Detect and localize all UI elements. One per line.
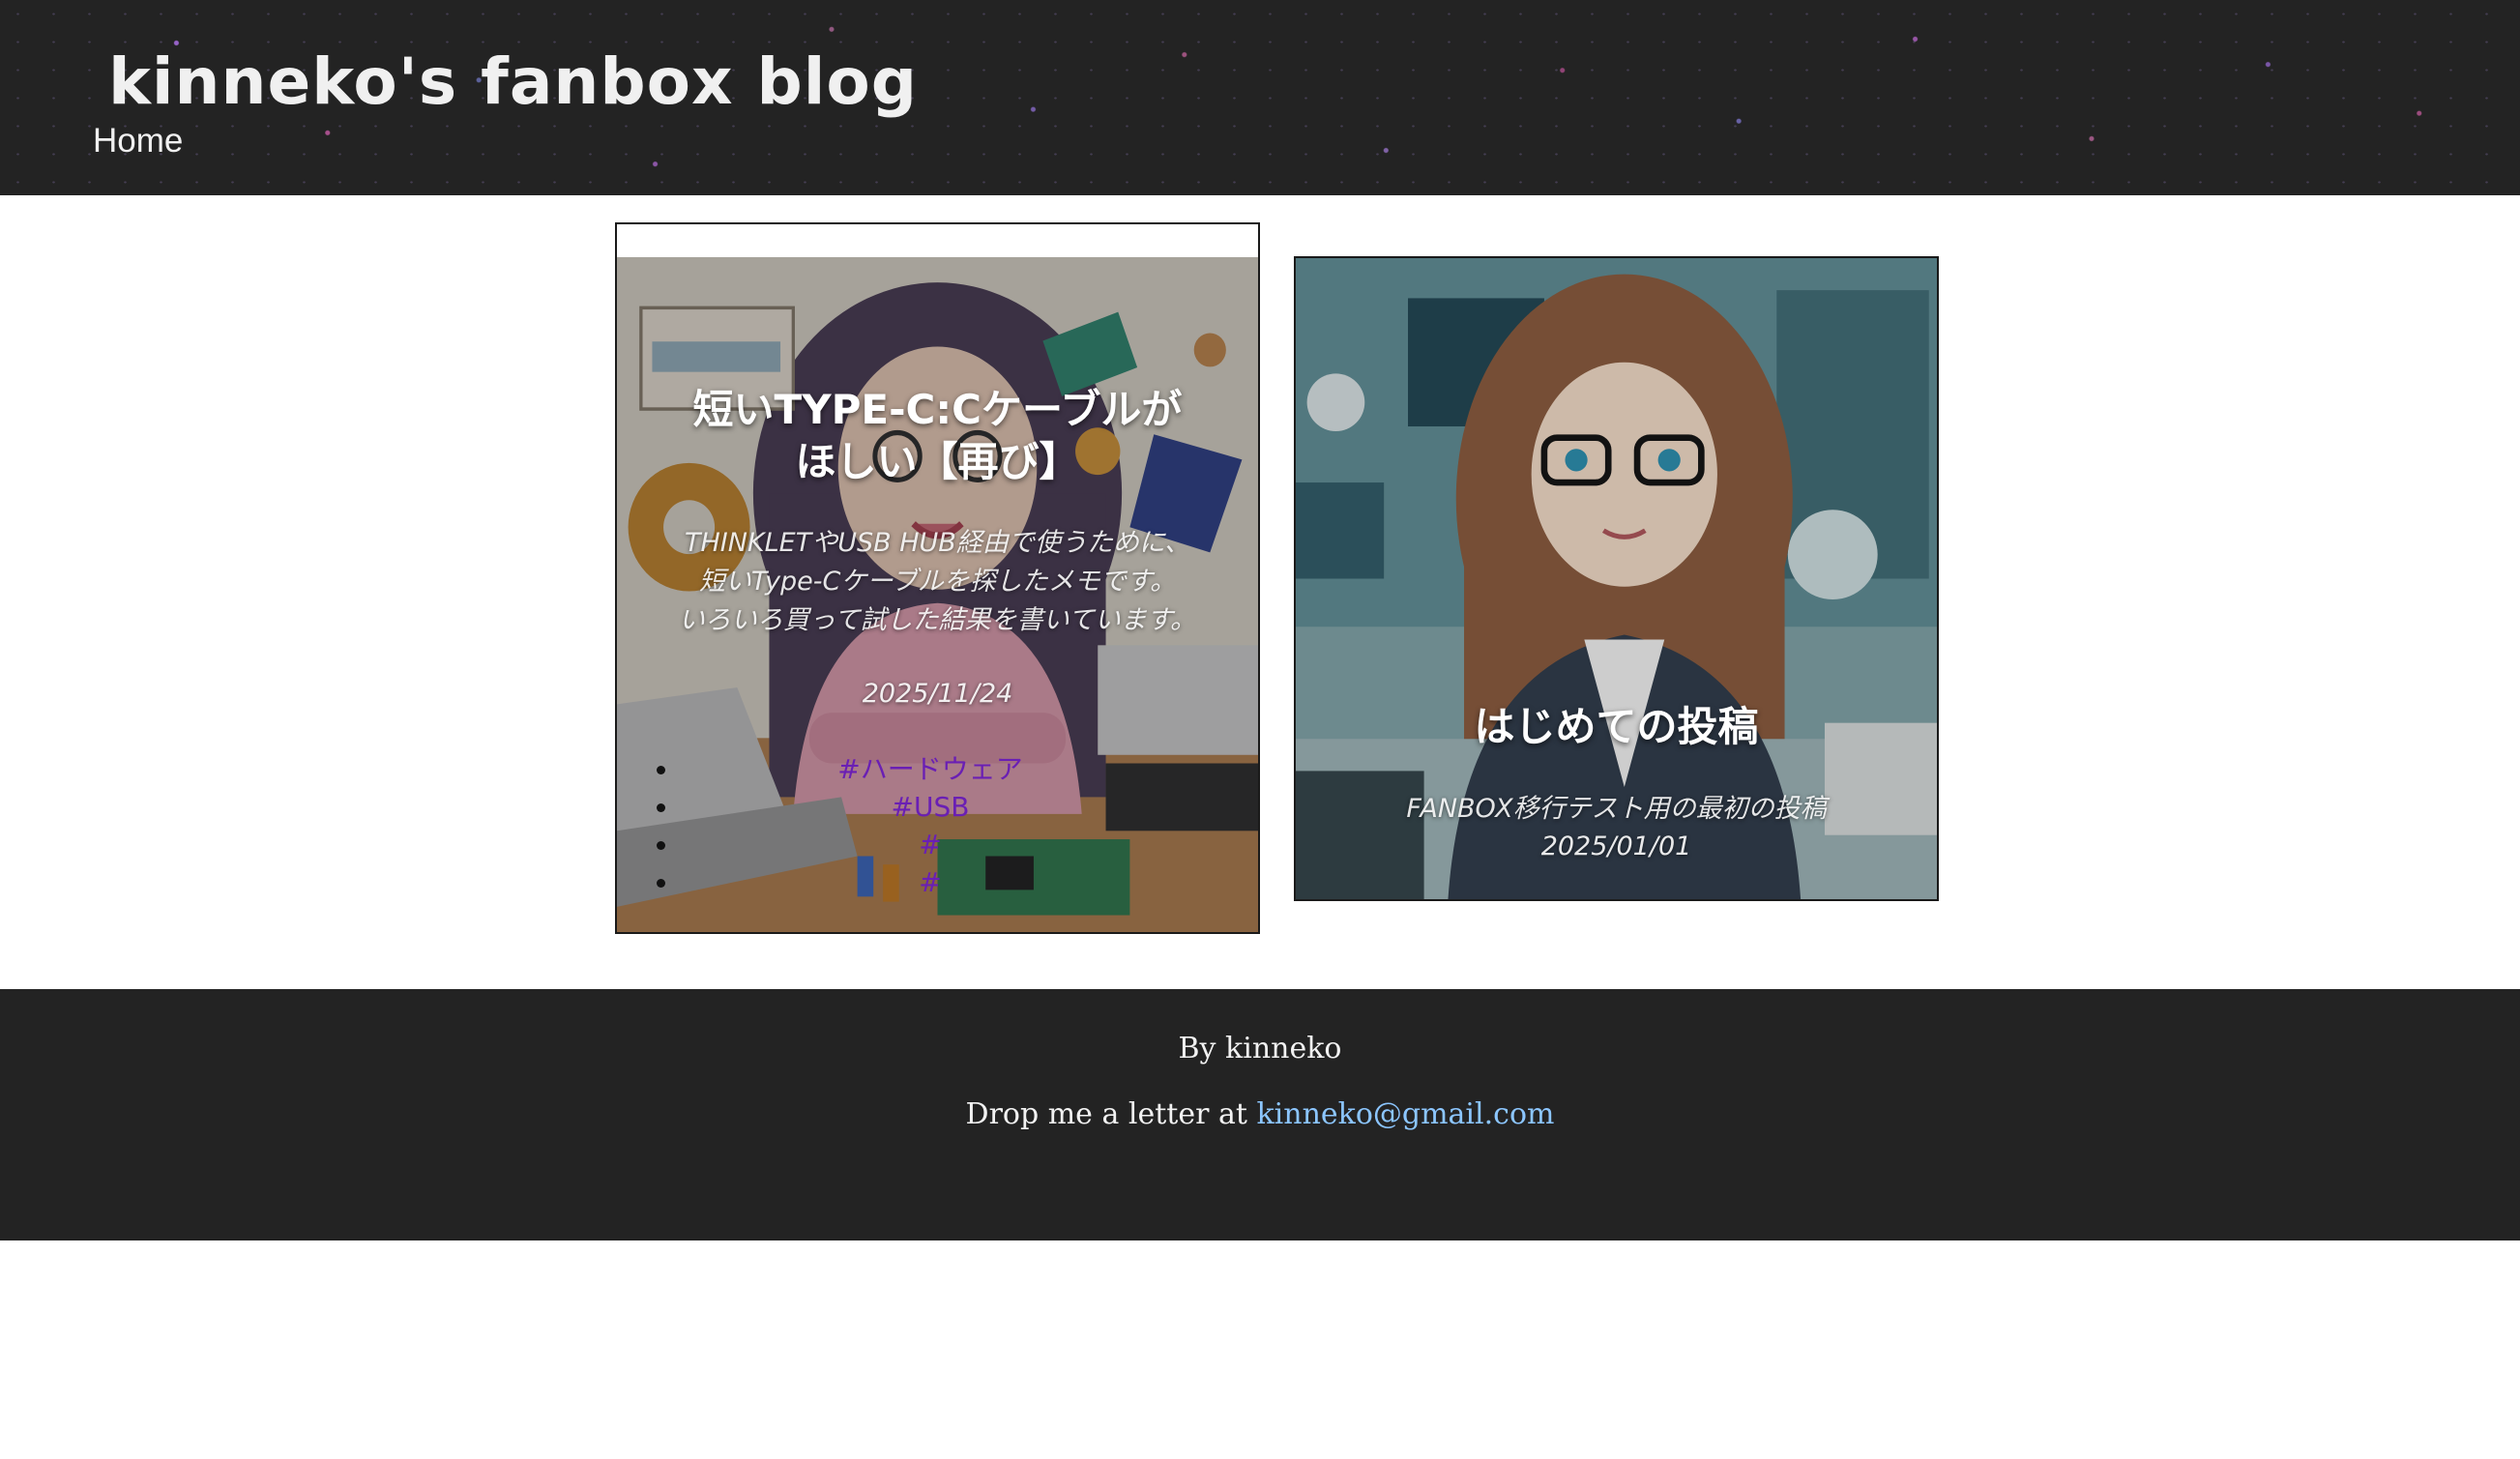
footer-contact: Drop me a letter at kinneko@gmail.com (0, 1097, 2520, 1131)
post-title[interactable]: はじめての投稿 (1325, 703, 1908, 751)
post-description-line: いろいろ買って試した結果を書いています。 (678, 605, 1197, 635)
post-description-line: 短いType-Cケーブルを探したメモです。 (698, 567, 1177, 597)
tag-link[interactable]: #ハードウェア (641, 750, 1219, 788)
nav-home-link[interactable]: Home (93, 122, 183, 160)
footer-contact-prefix: Drop me a letter at (965, 1097, 1257, 1131)
post-card-first-post[interactable]: はじめての投稿 FANBOX移行テスト用の最初の投稿 2025/01/01 (1294, 256, 1939, 901)
tag-item: # (680, 863, 1219, 901)
post-date: 2025/01/01 (1540, 832, 1692, 861)
tag-item: # (680, 826, 1219, 863)
site-title[interactable]: kinneko's fanbox blog (108, 50, 918, 114)
post-description-line: THINKLETやUSB HUB経由で使うために、 (684, 528, 1191, 558)
post-title[interactable]: 短いTYPE-C:Cケーブルが ほしい【再び】 (646, 384, 1229, 488)
footer-author: By kinneko (1178, 1032, 1342, 1065)
footer-email-link[interactable]: kinneko@gmail.com (1256, 1097, 1554, 1131)
site-header: kinneko's fanbox blog Home (0, 0, 2520, 195)
tag-item: #ハードウェア (680, 750, 1219, 788)
tag-link[interactable]: #USB (641, 788, 1219, 826)
post-title-line: 短いTYPE-C:Cケーブルが (692, 386, 1183, 433)
tag-item: #USB (680, 788, 1219, 826)
tag-link[interactable]: # (641, 863, 1219, 901)
post-title-line: ほしい【再び】 (795, 438, 1080, 485)
tag-link[interactable]: # (641, 826, 1219, 863)
post-description: THINKLETやUSB HUB経由で使うために、 短いType-Cケーブルを探… (631, 524, 1244, 640)
post-tag-list: #ハードウェア #USB # # (665, 750, 1219, 901)
post-description: FANBOX移行テスト用の最初の投稿 (1406, 794, 1827, 824)
post-date: 2025/11/24 (862, 679, 1013, 709)
site-footer: By kinneko Drop me a letter at kinneko@g… (0, 989, 2520, 1240)
post-card-usb-cable[interactable]: 短いTYPE-C:Cケーブルが ほしい【再び】 THINKLETやUSB HUB… (615, 222, 1260, 934)
